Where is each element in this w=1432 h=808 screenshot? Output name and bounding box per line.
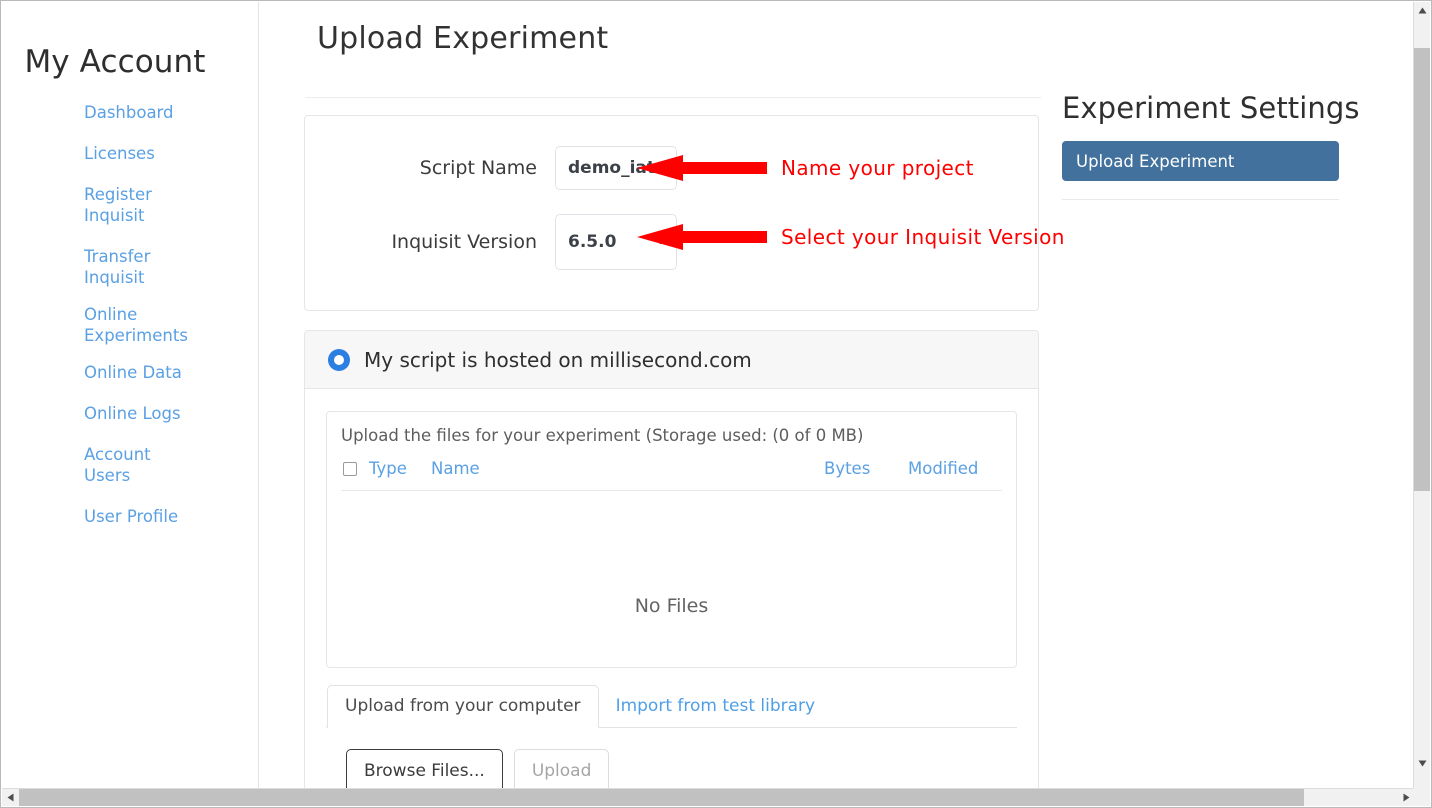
experiment-settings-title: Experiment Settings bbox=[1062, 91, 1360, 125]
sidebar-item-account-users[interactable]: Account Users bbox=[2, 444, 187, 486]
inquisit-version-label: Inquisit Version bbox=[391, 231, 537, 253]
panel-divider bbox=[1062, 199, 1339, 200]
title-divider bbox=[305, 97, 1041, 98]
scroll-up-arrow-icon[interactable] bbox=[1414, 2, 1430, 19]
horizontal-scrollbar-thumb[interactable] bbox=[19, 789, 1304, 806]
storage-usage-text: Upload the files for your experiment (St… bbox=[341, 426, 864, 445]
main-content: Upload Experiment Script Name Inquisit V… bbox=[259, 1, 1415, 790]
column-header-type[interactable]: Type bbox=[369, 459, 431, 478]
page-content: My Account Dashboard Licenses Register I… bbox=[1, 1, 1415, 790]
file-table-header: Type Name Bytes Modified bbox=[341, 445, 1002, 491]
upload-buttons-row: Browse Files... Upload bbox=[326, 728, 1017, 790]
sidebar-item-online-data[interactable]: Online Data bbox=[2, 362, 187, 383]
page-title: Upload Experiment bbox=[317, 21, 609, 56]
sidebar-title: My Account bbox=[24, 44, 206, 80]
experiment-settings-card: Script Name Inquisit Version 6.5.0 bbox=[304, 115, 1039, 311]
scroll-down-arrow-icon[interactable] bbox=[1414, 755, 1430, 772]
column-header-modified[interactable]: Modified bbox=[908, 459, 998, 478]
sidebar-nav-list: Dashboard Licenses Register Inquisit Tra… bbox=[2, 102, 258, 527]
tab-import-from-test-library[interactable]: Import from test library bbox=[599, 686, 833, 727]
column-header-bytes[interactable]: Bytes bbox=[824, 459, 908, 478]
sidebar: My Account Dashboard Licenses Register I… bbox=[2, 2, 259, 790]
hosted-radio-label: My script is hosted on millisecond.com bbox=[364, 347, 752, 372]
sidebar-item-licenses[interactable]: Licenses bbox=[2, 143, 187, 164]
sidebar-item-dashboard[interactable]: Dashboard bbox=[2, 102, 187, 123]
select-all-checkbox[interactable] bbox=[343, 461, 357, 476]
left-arrow-icon bbox=[637, 153, 767, 183]
no-files-message: No Files bbox=[634, 595, 709, 617]
browse-files-button[interactable]: Browse Files... bbox=[346, 749, 503, 790]
sidebar-item-user-profile[interactable]: User Profile bbox=[2, 506, 187, 527]
upload-source-tabs: Upload from your computer Import from te… bbox=[326, 685, 1017, 728]
tab-upload-from-computer[interactable]: Upload from your computer bbox=[327, 685, 599, 728]
horizontal-scrollbar[interactable] bbox=[2, 788, 1415, 806]
column-header-name[interactable]: Name bbox=[431, 459, 824, 478]
sidebar-item-transfer-inquisit[interactable]: Transfer Inquisit bbox=[2, 246, 187, 288]
browser-viewport: My Account Dashboard Licenses Register I… bbox=[0, 0, 1432, 808]
select-all-checkbox-cell bbox=[341, 461, 369, 476]
scrollbar-corner bbox=[1413, 788, 1430, 806]
left-arrow-icon bbox=[637, 222, 767, 252]
upload-experiment-nav-button[interactable]: Upload Experiment bbox=[1062, 141, 1339, 181]
annotation-name-your-project: Name your project bbox=[637, 153, 974, 183]
annotation-label: Select your Inquisit Version bbox=[781, 225, 1065, 249]
scroll-left-arrow-icon[interactable] bbox=[2, 789, 19, 806]
file-manager-box: Upload the files for your experiment (St… bbox=[326, 411, 1017, 668]
vertical-scrollbar[interactable] bbox=[1413, 2, 1430, 790]
sidebar-item-online-logs[interactable]: Online Logs bbox=[2, 403, 187, 424]
vertical-scrollbar-thumb[interactable] bbox=[1414, 48, 1430, 491]
radio-selected-icon[interactable] bbox=[328, 348, 350, 371]
hosted-radio-row[interactable]: My script is hosted on millisecond.com bbox=[305, 331, 1038, 389]
annotation-label: Name your project bbox=[781, 156, 974, 180]
hosted-script-panel: My script is hosted on millisecond.com U… bbox=[304, 330, 1039, 790]
experiment-settings-panel: Experiment Settings Upload Experiment bbox=[1062, 91, 1362, 200]
sidebar-item-online-experiments[interactable]: Online Experiments bbox=[2, 304, 188, 346]
upload-button[interactable]: Upload bbox=[513, 749, 610, 790]
sidebar-item-register-inquisit[interactable]: Register Inquisit bbox=[2, 184, 187, 226]
script-name-label: Script Name bbox=[419, 157, 537, 179]
hosted-panel-body: Upload the files for your experiment (St… bbox=[305, 389, 1038, 790]
annotation-select-version: Select your Inquisit Version bbox=[637, 222, 1065, 252]
